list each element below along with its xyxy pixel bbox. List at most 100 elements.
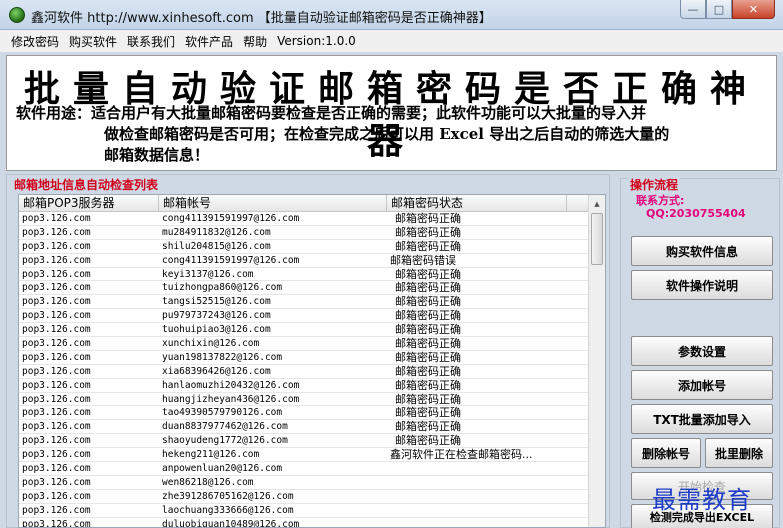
table-row[interactable]: pop3.126.com hekeng211@126.com 鑫河软件正在检查邮箱密… <box>19 448 589 463</box>
txt-import-button[interactable]: TXT批量添加导入 <box>631 404 773 434</box>
table-row[interactable]: pop3.126.com tuohuipiao3@126.com 邮箱密码正确 <box>19 323 589 338</box>
ops-group-label: 操作流程 <box>628 176 681 193</box>
cell-account: xunchixin@126.com <box>162 338 260 350</box>
cell-account: yuan198137822@126.com <box>162 351 283 363</box>
cell-server: pop3.126.com <box>22 435 91 447</box>
cell-account: hanlaomuzhi20432@126.com <box>162 379 300 391</box>
cell-server: pop3.126.com <box>22 379 91 391</box>
instructions-button[interactable]: 软件操作说明 <box>631 270 773 300</box>
settings-button[interactable]: 参数设置 <box>631 336 773 366</box>
cell-server: pop3.126.com <box>22 393 91 405</box>
cell-status: 鑫河软件正在检查邮箱密码... <box>390 448 533 462</box>
cell-account: tangsi52515@126.com <box>162 296 271 308</box>
banner: 批量自动验证邮箱密码是否正确神器 软件用途：适合用户有大批量邮箱密码要检查是否正… <box>6 55 777 171</box>
table-row[interactable]: pop3.126.com tao49390579790126.com 邮箱密码正确 <box>19 406 589 421</box>
menu-software-products[interactable]: 软件产品 <box>180 33 238 50</box>
cell-status: 邮箱密码正确 <box>395 337 461 350</box>
window-controls: — □ ✕ <box>680 0 775 19</box>
table-row[interactable]: pop3.126.com shaoyudeng1772@126.com 邮箱密码正确 <box>19 434 589 449</box>
cell-status <box>387 518 567 527</box>
contact-info: 联系方式: QQ:2030755404 <box>636 194 746 220</box>
table-row[interactable]: pop3.126.com cong411391591997@126.com 邮箱密码… <box>19 254 589 268</box>
column-header-status[interactable]: 邮箱密码状态 <box>387 195 567 211</box>
table-row[interactable]: pop3.126.com hanlaomuzhi20432@126.com 邮箱密码… <box>19 379 589 393</box>
cell-server: pop3.126.com <box>22 282 91 294</box>
cell-server: pop3.126.com <box>22 407 91 419</box>
cell-server: pop3.126.com <box>22 310 91 322</box>
menu-buy-software[interactable]: 购买软件 <box>64 33 122 50</box>
menu-version[interactable]: Version:1.0.0 <box>272 34 361 48</box>
scroll-up-arrow-icon[interactable]: ▲ <box>589 195 605 212</box>
cell-account: hekeng211@126.com <box>162 449 260 461</box>
cell-account: tao49390579790126.com <box>162 407 283 419</box>
delete-account-button[interactable]: 删除帐号 <box>631 438 701 468</box>
cell-status: 邮箱密码正确 <box>395 364 461 378</box>
cell-server: pop3.126.com <box>22 365 91 377</box>
cell-status <box>387 462 567 475</box>
table-row[interactable]: pop3.126.com anpowenluan20@126.com <box>19 462 589 476</box>
cell-status: 邮箱密码正确 <box>395 267 461 281</box>
minimize-button[interactable]: — <box>680 0 706 19</box>
table-row[interactable]: pop3.126.com shilu204815@126.com 邮箱密码正确 <box>19 240 589 254</box>
table-row[interactable]: pop3.126.com zhe391286705162@126.com <box>19 490 589 504</box>
cell-server: pop3.126.com <box>22 213 91 224</box>
cell-server: pop3.126.com <box>22 268 91 280</box>
table-row[interactable]: pop3.126.com wen86218@126.com <box>19 476 589 490</box>
cell-server: pop3.126.com <box>22 351 91 363</box>
table-row[interactable]: pop3.126.com xia68396426@126.com 邮箱密码正确 <box>19 365 589 379</box>
menu-help[interactable]: 帮助 <box>238 33 272 50</box>
column-header-server[interactable]: 邮箱POP3服务器 <box>19 195 159 211</box>
table-row[interactable]: pop3.126.com mu284911832@126.com 邮箱密码正确 <box>19 226 589 240</box>
menu-change-password[interactable]: 修改密码 <box>6 33 64 50</box>
cell-status: 邮箱密码正确 <box>395 406 461 420</box>
table-row[interactable]: pop3.126.com duan8837977462@126.com 邮箱密码正确 <box>19 420 589 435</box>
buy-info-button[interactable]: 购买软件信息 <box>631 236 773 266</box>
email-list-grid[interactable]: 邮箱POP3服务器 邮箱帐号 邮箱密码状态 pop3.126.com cong41… <box>18 194 606 528</box>
table-row[interactable]: pop3.126.com keyi3137@126.com 邮箱密码正确 <box>19 268 589 282</box>
scrollbar-thumb[interactable] <box>591 213 603 265</box>
menu-contact-us[interactable]: 联系我们 <box>122 33 180 50</box>
cell-status: 邮箱密码正确 <box>395 350 461 364</box>
cell-server: pop3.126.com <box>22 421 91 433</box>
table-row[interactable]: pop3.126.com tangsi52515@126.com 邮箱密码正确 <box>19 295 589 310</box>
cell-server: pop3.126.com <box>22 518 91 528</box>
table-row[interactable]: pop3.126.com pu979737243@126.com 邮箱密码正确 <box>19 309 589 324</box>
maximize-button[interactable]: □ <box>706 0 732 19</box>
cell-account: pu979737243@126.com <box>162 310 271 322</box>
contact-qq: QQ:2030755404 <box>646 207 746 220</box>
cell-status: 邮箱密码正确 <box>395 239 461 253</box>
cell-server: pop3.126.com <box>22 240 91 252</box>
cell-account: mu284911832@126.com <box>162 226 271 238</box>
vertical-scrollbar[interactable]: ▲ <box>588 195 605 527</box>
table-row[interactable]: pop3.126.com laochuang333666@126.com <box>19 504 589 518</box>
add-account-button[interactable]: 添加帐号 <box>631 370 773 400</box>
cell-account: shilu204815@126.com <box>162 240 271 252</box>
batch-delete-button[interactable]: 批里删除 <box>705 438 773 468</box>
close-button[interactable]: ✕ <box>732 0 775 19</box>
cell-status: 邮箱密码错误 <box>390 253 456 267</box>
table-row[interactable]: pop3.126.com tuizhongpa860@126.com 邮箱密码正确 <box>19 281 589 296</box>
grid-rows: pop3.126.com cong411391591997@126.com 邮箱密码… <box>19 212 589 528</box>
table-row[interactable]: pop3.126.com cong411391591997@126.com 邮箱密码… <box>19 212 589 226</box>
banner-desc-line: 软件用途：适合用户有大批量邮箱密码要检查是否正确的需要；此软件功能可以大批量的导… <box>16 104 647 122</box>
cell-status <box>387 504 567 517</box>
cell-account: keyi3137@126.com <box>162 268 254 280</box>
cell-server: pop3.126.com <box>22 226 91 238</box>
cell-status: 邮箱密码正确 <box>395 295 461 309</box>
menu-bar: 修改密码 购买软件 联系我们 软件产品 帮助 Version:1.0.0 <box>0 30 783 52</box>
column-header-account[interactable]: 邮箱帐号 <box>159 195 387 211</box>
table-row[interactable]: pop3.126.com xunchixin@126.com 邮箱密码正确 <box>19 337 589 351</box>
cell-status: 邮箱密码正确 <box>395 434 461 448</box>
banner-description: 软件用途：适合用户有大批量邮箱密码要检查是否正确的需要；此软件功能可以大批量的导… <box>16 103 771 166</box>
table-row[interactable]: pop3.126.com yuan198137822@126.com 邮箱密码正确 <box>19 351 589 365</box>
cell-account: huangjizheyan436@126.com <box>162 393 300 405</box>
cell-server: pop3.126.com <box>22 504 91 516</box>
cell-account: zhe391286705162@126.com <box>162 490 294 502</box>
cell-status <box>387 490 567 503</box>
table-row[interactable]: pop3.126.com duluobiguan10489@126.com <box>19 518 589 528</box>
table-row[interactable]: pop3.126.com huangjizheyan436@126.com 邮箱密码… <box>19 393 589 407</box>
cell-server: pop3.126.com <box>22 324 91 336</box>
cell-status: 邮箱密码正确 <box>395 420 461 434</box>
cell-server: pop3.126.com <box>22 449 91 461</box>
cell-account: shaoyudeng1772@126.com <box>162 435 288 447</box>
